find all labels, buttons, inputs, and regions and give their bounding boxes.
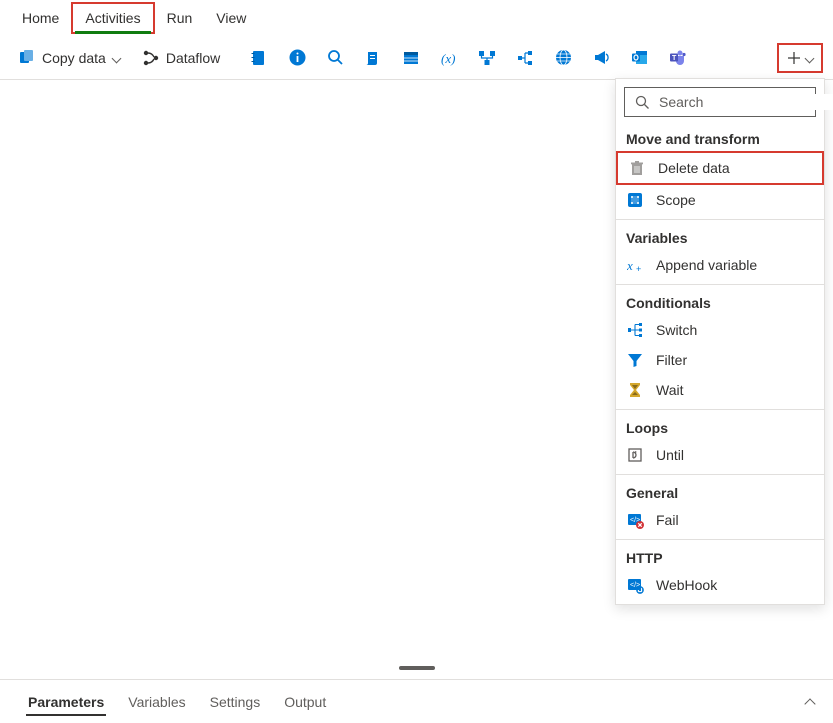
dataflow-label: Dataflow xyxy=(166,50,220,66)
activity-filter[interactable]: Filter xyxy=(616,345,824,375)
webhook-icon: </> xyxy=(626,576,644,594)
divider xyxy=(616,219,824,220)
svg-text:</>: </> xyxy=(630,582,640,589)
chevron-down-icon xyxy=(112,53,122,63)
activity-scope[interactable]: Scope xyxy=(616,185,824,215)
activity-label: WebHook xyxy=(656,577,717,593)
menu-view[interactable]: View xyxy=(204,4,258,32)
expand-panel-button[interactable] xyxy=(803,695,817,709)
megaphone-icon xyxy=(592,49,610,67)
variable-button[interactable]: (x) xyxy=(432,45,466,71)
dataset-button[interactable] xyxy=(394,45,428,71)
wait-icon xyxy=(626,381,644,399)
activity-wait[interactable]: Wait xyxy=(616,375,824,405)
fail-icon: </> xyxy=(626,511,644,529)
section-variables: Variables xyxy=(616,224,824,250)
tab-output[interactable]: Output xyxy=(272,684,338,720)
activity-label: Delete data xyxy=(658,160,730,176)
divider xyxy=(616,474,824,475)
append-variable-icon: x+ xyxy=(626,256,644,274)
notebook-icon xyxy=(250,49,268,67)
teams-button[interactable]: T xyxy=(660,45,694,71)
toolbar: Copy data Dataflow (x) xyxy=(0,36,833,80)
activity-label: Filter xyxy=(656,352,687,368)
dataflow-button[interactable]: Dataflow xyxy=(134,45,228,71)
copy-data-icon xyxy=(18,49,36,67)
menu-home[interactable]: Home xyxy=(10,4,71,32)
activity-label: Scope xyxy=(656,192,696,208)
activity-until[interactable]: Until xyxy=(616,440,824,470)
script-icon xyxy=(364,49,382,67)
tab-settings[interactable]: Settings xyxy=(198,684,273,720)
activity-delete-data[interactable]: Delete data xyxy=(616,151,824,185)
activity-label: Wait xyxy=(656,382,683,398)
menubar: Home Activities Run View xyxy=(0,0,833,36)
tab-variables[interactable]: Variables xyxy=(116,684,197,720)
activity-label: Until xyxy=(656,447,684,463)
activity-search-input[interactable] xyxy=(659,94,833,110)
announce-button[interactable] xyxy=(584,45,618,71)
section-http: HTTP xyxy=(616,544,824,570)
search-icon xyxy=(633,93,651,111)
svg-text:T: T xyxy=(672,55,677,62)
section-loops: Loops xyxy=(616,414,824,440)
svg-text:+: + xyxy=(636,264,641,274)
pipeline-button[interactable] xyxy=(470,45,504,71)
copy-data-button[interactable]: Copy data xyxy=(10,45,130,71)
filter-icon xyxy=(626,351,644,369)
activity-picker-panel: Move and transform Delete data Scope Var… xyxy=(615,78,825,605)
section-general: General xyxy=(616,479,824,505)
search-icon xyxy=(326,49,344,67)
script-button[interactable] xyxy=(356,45,390,71)
divider xyxy=(616,284,824,285)
variable-x-icon: (x) xyxy=(440,49,458,67)
branch-button[interactable] xyxy=(508,45,542,71)
switch-icon xyxy=(626,321,644,339)
activity-label: Append variable xyxy=(656,257,757,273)
activity-label: Switch xyxy=(656,322,697,338)
svg-text:x: x xyxy=(627,258,633,273)
section-move-transform: Move and transform xyxy=(616,125,824,151)
activity-label: Fail xyxy=(656,512,679,528)
globe-icon xyxy=(554,49,572,67)
trash-icon xyxy=(628,159,646,177)
svg-text:(x): (x) xyxy=(441,51,455,66)
scope-icon xyxy=(626,191,644,209)
divider xyxy=(616,539,824,540)
tab-parameters[interactable]: Parameters xyxy=(16,684,116,720)
activity-search[interactable] xyxy=(624,87,816,117)
teams-icon: T xyxy=(668,49,686,67)
divider xyxy=(616,409,824,410)
info-button[interactable] xyxy=(280,45,314,71)
until-icon xyxy=(626,446,644,464)
dataflow-icon xyxy=(142,49,160,67)
activity-webhook[interactable]: </> WebHook xyxy=(616,570,824,600)
bottom-tabs-bar: Parameters Variables Settings Output xyxy=(0,679,833,723)
info-icon xyxy=(288,49,306,67)
pipeline-icon xyxy=(478,49,496,67)
notebook-button[interactable] xyxy=(242,45,276,71)
outlook-button[interactable] xyxy=(622,45,656,71)
activity-fail[interactable]: </> Fail xyxy=(616,505,824,535)
resize-handle[interactable] xyxy=(399,666,435,670)
branch-icon xyxy=(516,49,534,67)
menu-activities[interactable]: Activities xyxy=(71,2,154,34)
search-button[interactable] xyxy=(318,45,352,71)
add-activity-button[interactable] xyxy=(777,43,823,73)
plus-icon xyxy=(785,49,803,67)
chevron-down-icon xyxy=(805,53,815,63)
activity-switch[interactable]: Switch xyxy=(616,315,824,345)
activity-append-variable[interactable]: x+ Append variable xyxy=(616,250,824,280)
dataset-icon xyxy=(402,49,420,67)
menu-run[interactable]: Run xyxy=(155,4,205,32)
copy-data-label: Copy data xyxy=(42,50,106,66)
section-conditionals: Conditionals xyxy=(616,289,824,315)
outlook-icon xyxy=(630,49,648,67)
web-button[interactable] xyxy=(546,45,580,71)
